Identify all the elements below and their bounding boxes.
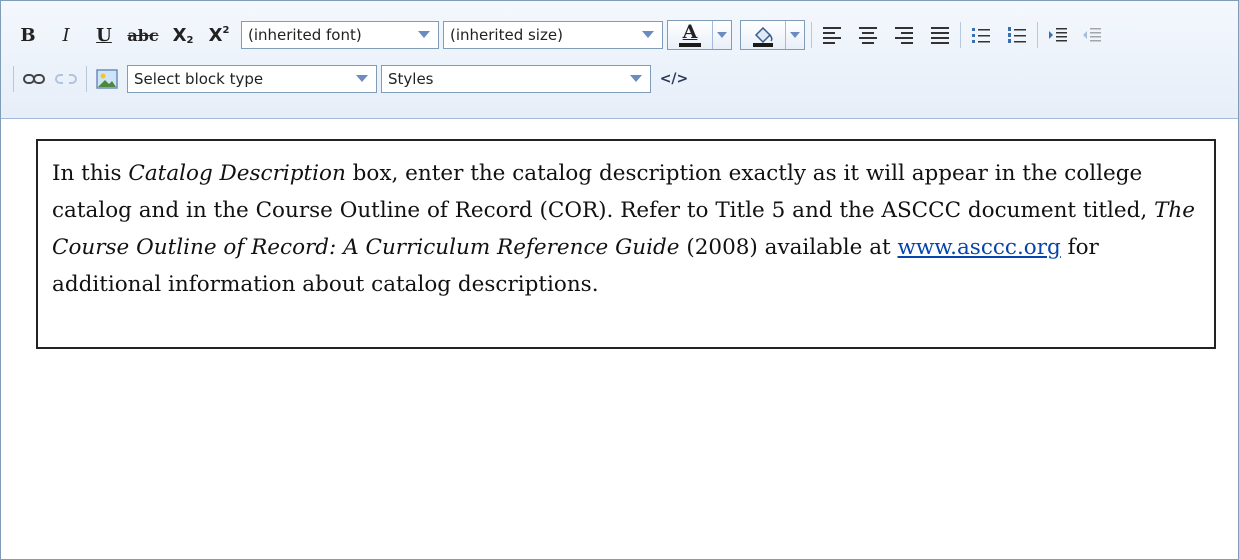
subscript-button[interactable]: X2: [167, 21, 199, 49]
align-right-icon: [895, 24, 913, 47]
font-family-select[interactable]: (inherited font): [241, 21, 439, 49]
styles-select[interactable]: Styles: [381, 65, 651, 93]
subscript-suffix: 2: [186, 34, 194, 46]
toolbar-separator: [960, 22, 961, 48]
outdent-icon: [1083, 28, 1101, 42]
chevron-down-icon: [717, 32, 727, 38]
source-code-icon: </>: [659, 71, 689, 87]
numbered-list-icon: [1008, 27, 1026, 43]
unlink-icon: [55, 74, 77, 84]
highlight-color-button[interactable]: [740, 20, 805, 50]
toolbar-separator: [1037, 22, 1038, 48]
chevron-down-icon: [630, 75, 642, 82]
chevron-down-icon: [790, 32, 800, 38]
asccc-link[interactable]: www.asccc.org: [898, 235, 1061, 260]
styles-value: Styles: [388, 70, 434, 88]
toolbar-separator: [13, 66, 14, 92]
toolbar-row-2: Select block type Styles </>: [1, 59, 689, 99]
bullet-list-icon: [972, 28, 990, 43]
strikethrough-button[interactable]: abc: [123, 21, 163, 49]
bullet-list-button[interactable]: [967, 21, 995, 49]
subscript-label: X: [172, 24, 187, 46]
font-color-label: A: [682, 21, 698, 43]
italic-button[interactable]: I: [51, 21, 81, 49]
font-color-button[interactable]: A: [667, 20, 732, 50]
align-center-button[interactable]: [854, 21, 882, 49]
highlight-icon[interactable]: [741, 21, 785, 49]
unlink-button[interactable]: [52, 65, 80, 93]
justify-button[interactable]: [926, 21, 954, 49]
font-color-icon[interactable]: A: [668, 21, 712, 49]
align-center-icon: [859, 24, 877, 47]
superscript-suffix: 2: [222, 24, 230, 36]
rich-text-editor: B I U abc X2 X2 (inherited font) (inheri…: [0, 0, 1239, 560]
link-icon: [23, 74, 45, 84]
toolbar-separator: [86, 66, 87, 92]
content-text-3: (2008) available at: [679, 235, 898, 260]
font-color-dropdown[interactable]: [712, 21, 731, 49]
insert-link-button[interactable]: [20, 65, 48, 93]
content-text-1: In this: [52, 161, 129, 186]
source-code-button[interactable]: </>: [659, 65, 689, 93]
editor-content-box[interactable]: In this Catalog Description box, enter t…: [36, 139, 1216, 349]
insert-image-button[interactable]: [93, 65, 121, 93]
indent-button[interactable]: [1044, 21, 1072, 49]
indent-icon: [1049, 28, 1067, 42]
chevron-down-icon: [356, 75, 368, 82]
content-italic-1: Catalog Description: [128, 161, 346, 186]
align-left-icon: [823, 24, 841, 47]
superscript-label: X: [208, 24, 223, 46]
toolbar-separator: [811, 22, 812, 48]
font-size-value: (inherited size): [450, 26, 563, 44]
editor-toolbar: B I U abc X2 X2 (inherited font) (inheri…: [1, 1, 1238, 119]
image-icon: [96, 69, 118, 89]
align-right-button[interactable]: [890, 21, 918, 49]
underline-button[interactable]: U: [89, 21, 119, 49]
block-type-value: Select block type: [134, 70, 264, 88]
highlight-dropdown[interactable]: [785, 21, 804, 49]
font-color-bar: [679, 43, 701, 47]
toolbar-row-1: B I U abc X2 X2 (inherited font) (inheri…: [1, 15, 1106, 55]
outdent-button[interactable]: [1078, 21, 1106, 49]
justify-icon: [931, 24, 949, 47]
font-family-value: (inherited font): [248, 26, 362, 44]
font-size-select[interactable]: (inherited size): [443, 21, 663, 49]
superscript-button[interactable]: X2: [203, 21, 235, 49]
chevron-down-icon: [418, 31, 430, 38]
chevron-down-icon: [642, 31, 654, 38]
block-type-select[interactable]: Select block type: [127, 65, 377, 93]
bold-button[interactable]: B: [13, 21, 43, 49]
numbered-list-button[interactable]: [1003, 21, 1031, 49]
align-left-button[interactable]: [818, 21, 846, 49]
